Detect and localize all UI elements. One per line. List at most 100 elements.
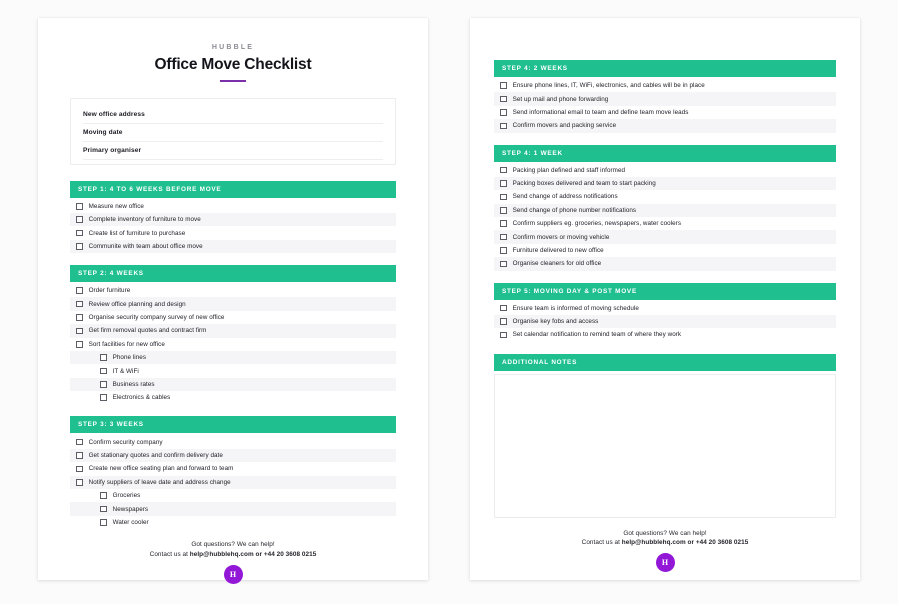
checklist-item[interactable]: Phone lines	[70, 350, 396, 365]
field-primary-organiser[interactable]: Primary organiser	[83, 142, 383, 160]
checklist-item[interactable]: Set up mail and phone forwarding	[494, 92, 836, 106]
checkbox-icon[interactable]	[500, 82, 507, 89]
checkbox-icon[interactable]	[500, 207, 507, 214]
checklist-item-label: Furniture delivered to new office	[512, 246, 604, 254]
page-left: HUBBLE Office Move Checklist New office …	[38, 18, 428, 584]
section-step-4-2-weeks: STEP 4: 2 WEEKS Ensure phone lines, IT, W…	[494, 60, 836, 133]
checklist-item[interactable]: Notify suppliers of leave date and addre…	[70, 475, 396, 489]
checklist-item[interactable]: Confirm movers or moving vehicle	[494, 230, 836, 244]
checklist-item-label: Order furniture	[88, 287, 131, 295]
checkbox-icon[interactable]	[100, 505, 107, 513]
checkbox-icon[interactable]	[500, 331, 507, 339]
checklist-item[interactable]: Confirm security company	[70, 435, 396, 448]
checklist-item-label: Get stationary quotes and confirm delive…	[88, 452, 223, 460]
checkbox-icon[interactable]	[76, 287, 83, 295]
checklist-item[interactable]: Confirm movers and packing service	[494, 119, 836, 133]
checkbox-icon[interactable]	[76, 243, 83, 250]
checkbox-icon[interactable]	[76, 340, 83, 348]
footer-contact-details: help@hubblehq.com or +44 20 3608 0215	[621, 539, 749, 547]
checkbox-icon[interactable]	[500, 247, 507, 254]
checkbox-icon[interactable]	[500, 318, 507, 325]
checkbox-icon[interactable]	[76, 300, 83, 308]
checklist-item[interactable]: Get firm removal quotes and contract fir…	[70, 324, 396, 338]
checklist-item[interactable]: Set calendar notification to remind team…	[494, 328, 836, 341]
checkbox-icon[interactable]	[76, 438, 83, 446]
checkbox-icon[interactable]	[76, 229, 83, 237]
checklist-item[interactable]: Complete inventory of furniture to move	[70, 212, 396, 227]
checklist-item[interactable]: Organise security company survey of new …	[70, 311, 396, 324]
checklist-item[interactable]: Organise key fobs and access	[494, 314, 836, 329]
checklist-item[interactable]: Confirm suppliers eg. groceries, newspap…	[494, 217, 836, 230]
checkbox-icon[interactable]	[500, 95, 507, 103]
checklist-item[interactable]: Groceries	[70, 489, 396, 502]
checklist-items: Order furniture Review office planning an…	[70, 284, 396, 404]
checklist-item[interactable]: Create list of furniture to purchase	[70, 226, 396, 239]
checklist-item[interactable]: Packing plan defined and staff informed	[494, 164, 836, 177]
checklist-item-label: Send informational email to team and def…	[512, 108, 689, 116]
checklist-item[interactable]: Get stationary quotes and confirm delive…	[70, 448, 396, 463]
checkbox-icon[interactable]	[100, 367, 107, 375]
field-moving-date[interactable]: Moving date	[83, 124, 383, 142]
checkbox-icon[interactable]	[76, 452, 83, 459]
checkbox-icon[interactable]	[100, 519, 107, 526]
checkbox-icon[interactable]	[76, 327, 83, 335]
checkbox-icon[interactable]	[76, 478, 83, 486]
checklist-item[interactable]: Create new office seating plan and forwa…	[70, 462, 396, 475]
checklist-item[interactable]: Send informational email to team and def…	[494, 106, 836, 119]
checklist-item[interactable]: Water cooler	[70, 516, 396, 529]
checklist-item[interactable]: Send change of phone number notification…	[494, 203, 836, 217]
checklist-item[interactable]: Packing boxes delivered and team to star…	[494, 176, 836, 191]
section-header-step-2: STEP 2: 4 WEEKS	[70, 265, 396, 283]
checklist-item[interactable]: Furniture delivered to new office	[494, 244, 836, 257]
checklist-item-label: Confirm suppliers eg. groceries, newspap…	[512, 220, 682, 228]
checklist-item-label: Send change of phone number notification…	[512, 206, 637, 214]
checkbox-icon[interactable]	[76, 216, 83, 223]
page-title: Office Move Checklist	[154, 56, 312, 73]
section-header-step-4-1-week: STEP 4: 1 WEEK	[494, 144, 836, 162]
section-additional-notes: ADDITIONAL NOTES	[494, 353, 836, 518]
checklist-item-label: Send change of address notifications	[512, 193, 618, 201]
checklist-item[interactable]: Review office planning and design	[70, 297, 396, 311]
additional-notes-textarea[interactable]	[494, 373, 836, 518]
checklist-item[interactable]: Business rates	[70, 377, 396, 392]
checklist-item-label: Ensure phone lines, IT, WiFi, electronic…	[512, 82, 705, 90]
checklist-items: Measure new office Complete inventory of …	[70, 200, 396, 254]
checkbox-icon[interactable]	[500, 220, 507, 227]
checklist-item-label: Create new office seating plan and forwa…	[88, 465, 234, 473]
checklist-item[interactable]: Order furniture	[70, 284, 396, 297]
checklist-item[interactable]: Sort facilities for new office	[70, 338, 396, 351]
checkbox-icon[interactable]	[76, 202, 83, 210]
checkbox-icon[interactable]	[500, 260, 507, 268]
checklist-item-label: Newspapers	[112, 505, 149, 513]
checklist-item-label: Sort facilities for new office	[88, 340, 165, 348]
footer-contact-prefix: Contact us at	[149, 550, 190, 558]
checklist-item[interactable]: Newspapers	[70, 502, 396, 516]
checkbox-icon[interactable]	[76, 465, 83, 473]
checklist-item[interactable]: Electronics & cables	[70, 391, 396, 404]
sections-left: STEP 1: 4 TO 6 WEEKS BEFORE MOVE Measure …	[70, 180, 396, 542]
checkbox-icon[interactable]	[76, 314, 83, 321]
section-step-4-1-week: STEP 4: 1 WEEK Packing plan defined and s…	[494, 144, 836, 271]
field-new-office-address[interactable]: New office address	[83, 106, 383, 124]
checklist-item[interactable]: Send change of address notifications	[494, 190, 836, 203]
checkbox-icon[interactable]	[500, 304, 507, 312]
checkbox-icon[interactable]	[500, 233, 507, 241]
checkbox-icon[interactable]	[500, 109, 507, 116]
checkbox-icon[interactable]	[100, 394, 107, 402]
checkbox-icon[interactable]	[100, 381, 107, 388]
checkbox-icon[interactable]	[500, 193, 507, 201]
checkbox-icon[interactable]	[500, 180, 507, 187]
checkbox-icon[interactable]	[100, 492, 107, 499]
checkbox-icon[interactable]	[500, 166, 507, 174]
checklist-item[interactable]: IT & WiFi	[70, 364, 396, 377]
checklist-item[interactable]: Communite with team about office move	[70, 239, 396, 254]
checklist-item[interactable]: Ensure team is informed of moving schedu…	[494, 302, 836, 315]
checklist-item[interactable]: Ensure phone lines, IT, WiFi, electronic…	[494, 79, 836, 92]
checkbox-icon[interactable]	[100, 354, 107, 361]
checklist-item[interactable]: Organise cleaners for old office	[494, 257, 836, 271]
checkbox-icon[interactable]	[500, 122, 507, 130]
checklist-item-label: Water cooler	[112, 518, 149, 526]
checklist-item-label: Confirm security company	[88, 438, 163, 446]
checklist-item[interactable]: Measure new office	[70, 200, 396, 213]
checklist-item-label: Confirm movers and packing service	[512, 122, 617, 130]
